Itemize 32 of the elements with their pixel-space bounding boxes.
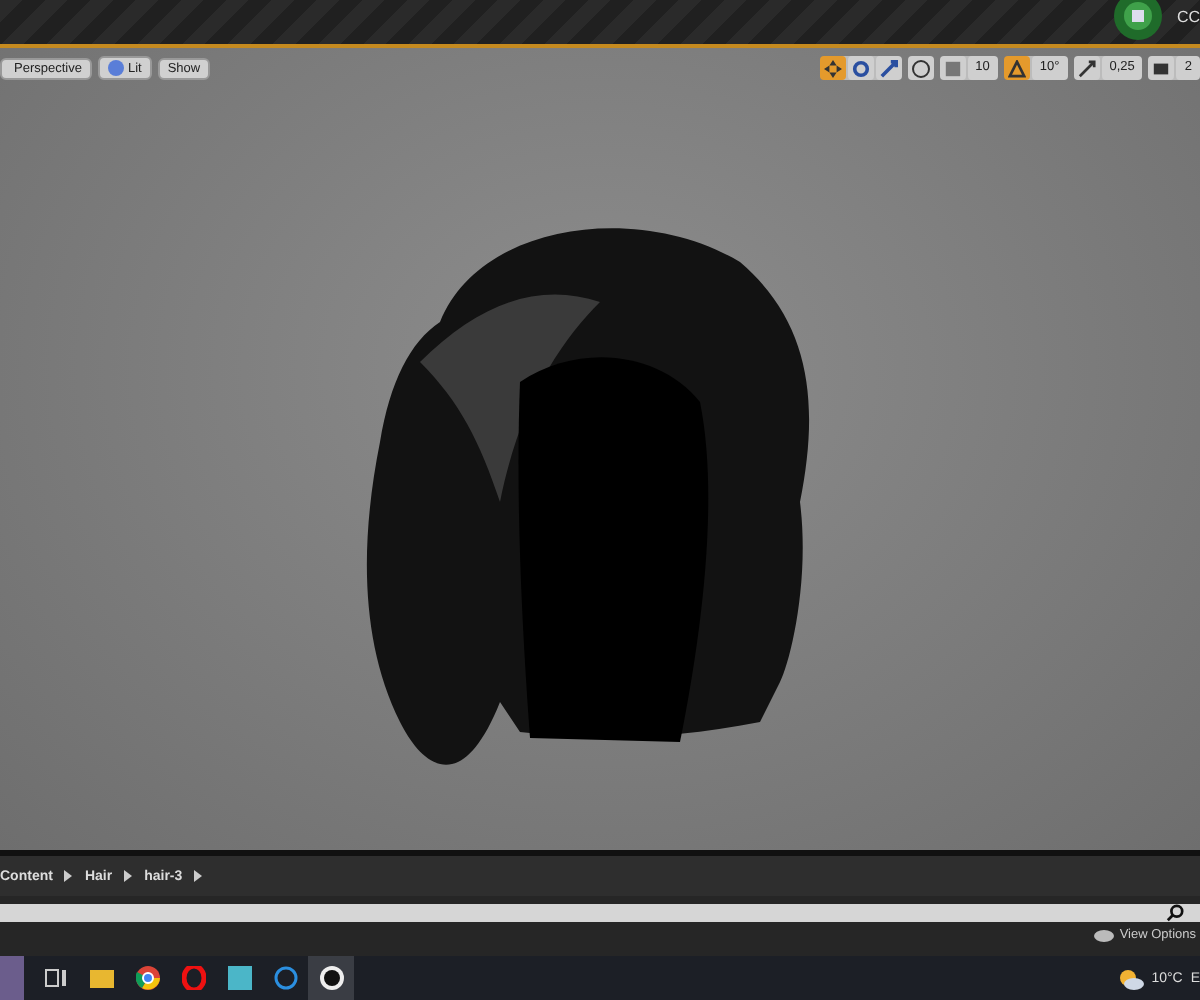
opera-icon xyxy=(181,966,205,990)
weather-icon[interactable] xyxy=(1117,967,1144,989)
caret-icon[interactable] xyxy=(124,870,133,882)
scale-tool-icon xyxy=(879,59,898,77)
move-tool-button[interactable] xyxy=(819,56,846,80)
circle-icon xyxy=(911,59,930,77)
grid-snap-icon xyxy=(943,59,962,77)
search-icon xyxy=(1166,904,1184,922)
rotate-tool-button[interactable] xyxy=(847,56,874,80)
angle-snap-icon xyxy=(1007,59,1026,77)
rotate-tool-icon xyxy=(851,59,870,77)
world-button[interactable] xyxy=(907,56,934,80)
caret-icon[interactable] xyxy=(194,870,203,882)
scale-snap-icon xyxy=(1077,59,1096,77)
caret-icon[interactable] xyxy=(64,870,73,882)
taskview-icon xyxy=(43,966,67,990)
camera-snap-toggle[interactable] xyxy=(1148,56,1175,80)
move-tool-icon xyxy=(823,59,842,77)
toolbar-label[interactable]: CC xyxy=(1168,0,1200,26)
unreal-app-icon[interactable] xyxy=(308,956,354,1000)
scale-snap-toggle[interactable] xyxy=(1073,56,1100,80)
angle-snap-toggle[interactable] xyxy=(1003,56,1030,80)
folder-icon xyxy=(89,966,113,990)
scale-tool-button[interactable] xyxy=(875,56,902,80)
search-field[interactable] xyxy=(0,904,1200,922)
sphere-icon xyxy=(107,60,124,76)
browser-icon xyxy=(135,966,159,990)
camera-snap-icon xyxy=(1152,59,1171,77)
unreal-icon xyxy=(319,966,343,990)
grid-snap-toggle[interactable] xyxy=(939,56,966,80)
c-icon xyxy=(273,966,297,990)
eye-icon xyxy=(1093,929,1114,941)
